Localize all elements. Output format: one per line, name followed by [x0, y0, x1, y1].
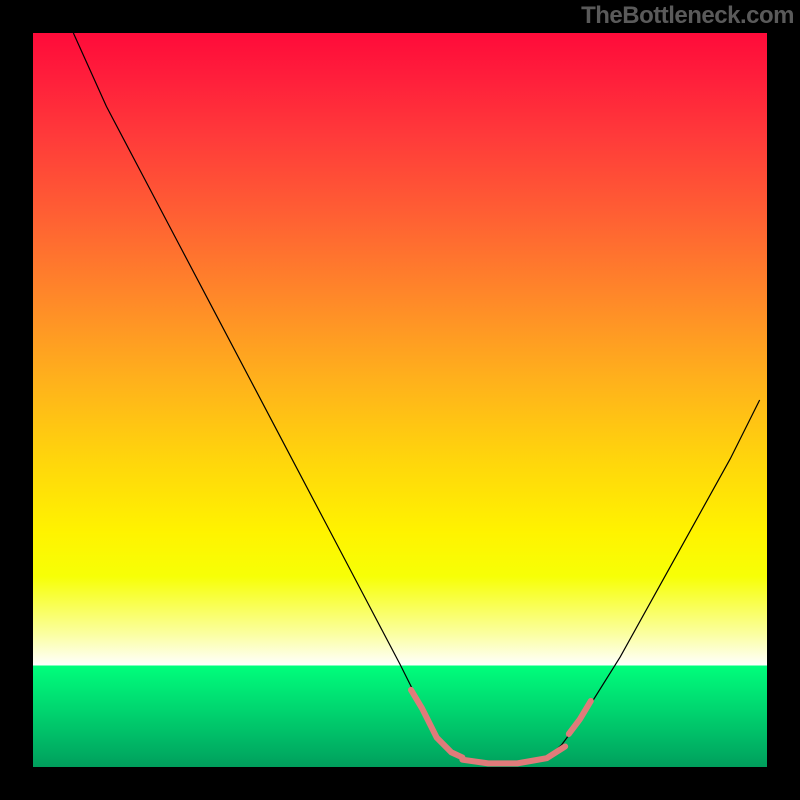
accent-curve-segment [462, 746, 565, 763]
plot-area [33, 33, 767, 767]
watermark-text: TheBottleneck.com [581, 2, 794, 30]
accent-curve-segment [411, 690, 462, 758]
curve-svg [33, 33, 767, 767]
primary-curve [73, 33, 759, 763]
accent-curve-group [411, 690, 591, 763]
accent-curve-segment [569, 701, 591, 734]
